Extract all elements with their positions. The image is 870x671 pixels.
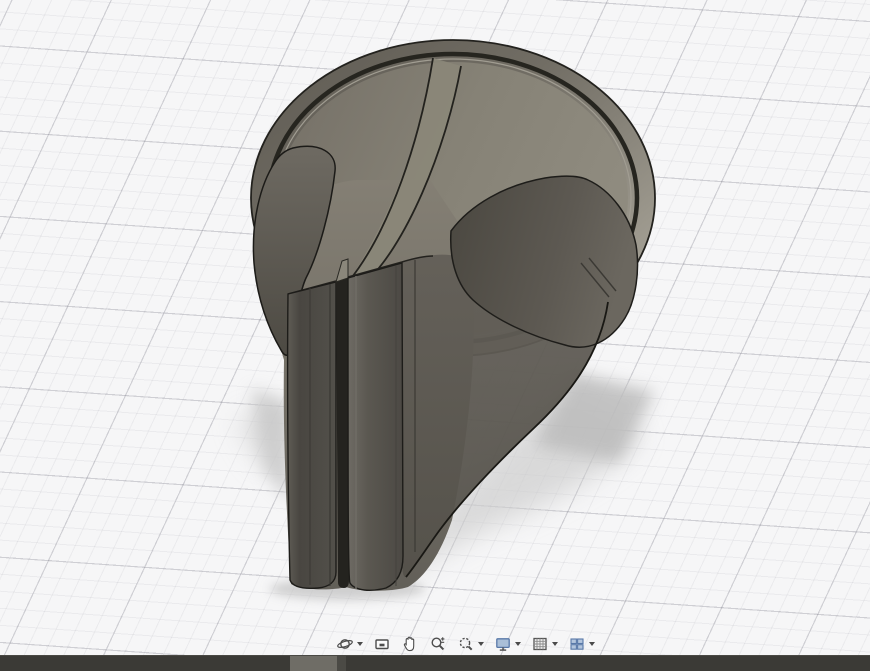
chevron-down-icon[interactable] [589, 642, 595, 646]
fit-icon [457, 635, 475, 653]
display-settings-button[interactable] [491, 634, 524, 654]
chevron-down-icon[interactable] [552, 642, 558, 646]
zoom-button[interactable] [426, 634, 450, 654]
knob-3d-model[interactable] [0, 0, 870, 671]
chevron-down-icon[interactable] [478, 642, 484, 646]
fit-button[interactable] [454, 634, 487, 654]
viewports-button[interactable] [565, 634, 598, 654]
chevron-down-icon[interactable] [357, 642, 363, 646]
pan-button[interactable] [398, 634, 422, 654]
timeline-scrubber[interactable] [290, 656, 337, 671]
timeline-scrubber-tail [337, 656, 346, 671]
orbit-button[interactable] [333, 634, 366, 654]
zoom-icon [429, 635, 447, 653]
orbit-icon [336, 635, 354, 653]
chevron-down-icon[interactable] [515, 642, 521, 646]
pan-hand-icon [401, 635, 419, 653]
grid-icon [531, 635, 549, 653]
left-prong[interactable] [288, 282, 336, 588]
display-settings-icon [494, 635, 512, 653]
look-at-icon [373, 635, 391, 653]
look-at-button[interactable] [370, 634, 394, 654]
fusion-canvas [0, 0, 870, 671]
timeline-bar[interactable] [0, 655, 870, 671]
grid-and-snaps-button[interactable] [528, 634, 561, 654]
prong-slot [336, 278, 349, 588]
view-navigation-bar [60, 634, 870, 654]
viewports-icon [568, 635, 586, 653]
